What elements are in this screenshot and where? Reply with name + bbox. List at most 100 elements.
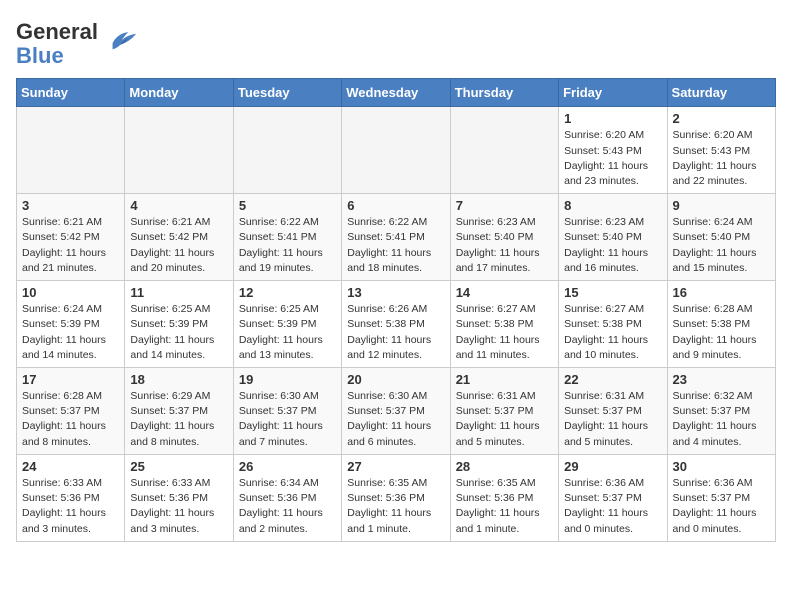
calendar-cell: 10 Sunrise: 6:24 AMSunset: 5:39 PMDayligh…	[17, 281, 125, 368]
day-info: Sunrise: 6:36 AMSunset: 5:37 PMDaylight:…	[564, 476, 661, 537]
calendar-header-sunday: Sunday	[17, 79, 125, 107]
day-number: 21	[456, 372, 553, 387]
calendar-cell: 4Sunrise: 6:21 AMSunset: 5:42 PMDaylight…	[125, 194, 233, 281]
day-info: Sunrise: 6:35 AMSunset: 5:36 PMDaylight:…	[347, 476, 444, 537]
day-info: Sunrise: 6:23 AMSunset: 5:40 PMDaylight:…	[564, 215, 661, 276]
day-number: 9	[673, 198, 770, 213]
calendar-week-row: 24 Sunrise: 6:33 AMSunset: 5:36 PMDayligh…	[17, 454, 776, 541]
day-number: 17	[22, 372, 119, 387]
logo-text: General Blue	[16, 20, 98, 68]
day-number: 15	[564, 285, 661, 300]
calendar-cell: 15 Sunrise: 6:27 AMSunset: 5:38 PMDayligh…	[559, 281, 667, 368]
calendar-header-friday: Friday	[559, 79, 667, 107]
day-number: 14	[456, 285, 553, 300]
day-number: 12	[239, 285, 336, 300]
day-info: Sunrise: 6:21 AMSunset: 5:42 PMDaylight:…	[22, 215, 119, 276]
calendar-cell: 26 Sunrise: 6:34 AMSunset: 5:36 PMDayligh…	[233, 454, 341, 541]
day-info: Sunrise: 6:23 AMSunset: 5:40 PMDaylight:…	[456, 215, 553, 276]
calendar-cell: 27 Sunrise: 6:35 AMSunset: 5:36 PMDayligh…	[342, 454, 450, 541]
calendar-cell	[342, 107, 450, 194]
calendar-cell: 21 Sunrise: 6:31 AMSunset: 5:37 PMDayligh…	[450, 368, 558, 455]
day-info: Sunrise: 6:20 AMSunset: 5:43 PMDaylight:…	[673, 128, 770, 189]
day-info: Sunrise: 6:28 AMSunset: 5:38 PMDaylight:…	[673, 302, 770, 363]
day-number: 18	[130, 372, 227, 387]
day-info: Sunrise: 6:27 AMSunset: 5:38 PMDaylight:…	[456, 302, 553, 363]
calendar-cell: 8 Sunrise: 6:23 AMSunset: 5:40 PMDaylight…	[559, 194, 667, 281]
logo: General Blue	[16, 20, 140, 68]
day-number: 30	[673, 459, 770, 474]
day-number: 26	[239, 459, 336, 474]
calendar-cell	[17, 107, 125, 194]
day-info: Sunrise: 6:22 AMSunset: 5:41 PMDaylight:…	[347, 215, 444, 276]
day-number: 29	[564, 459, 661, 474]
calendar-table: SundayMondayTuesdayWednesdayThursdayFrid…	[16, 78, 776, 541]
day-info: Sunrise: 6:24 AMSunset: 5:39 PMDaylight:…	[22, 302, 119, 363]
day-info: Sunrise: 6:25 AMSunset: 5:39 PMDaylight:…	[130, 302, 227, 363]
day-info: Sunrise: 6:29 AMSunset: 5:37 PMDaylight:…	[130, 389, 227, 450]
day-info: Sunrise: 6:33 AMSunset: 5:36 PMDaylight:…	[130, 476, 227, 537]
day-number: 5	[239, 198, 336, 213]
day-info: Sunrise: 6:25 AMSunset: 5:39 PMDaylight:…	[239, 302, 336, 363]
calendar-header-monday: Monday	[125, 79, 233, 107]
calendar-cell: 29 Sunrise: 6:36 AMSunset: 5:37 PMDayligh…	[559, 454, 667, 541]
day-number: 25	[130, 459, 227, 474]
calendar-cell: 14 Sunrise: 6:27 AMSunset: 5:38 PMDayligh…	[450, 281, 558, 368]
calendar-week-row: 10 Sunrise: 6:24 AMSunset: 5:39 PMDayligh…	[17, 281, 776, 368]
day-number: 7	[456, 198, 553, 213]
day-info: Sunrise: 6:34 AMSunset: 5:36 PMDaylight:…	[239, 476, 336, 537]
calendar-week-row: 17 Sunrise: 6:28 AMSunset: 5:37 PMDayligh…	[17, 368, 776, 455]
calendar-cell: 5 Sunrise: 6:22 AMSunset: 5:41 PMDaylight…	[233, 194, 341, 281]
calendar-cell: 2 Sunrise: 6:20 AMSunset: 5:43 PMDaylight…	[667, 107, 775, 194]
calendar-cell: 11Sunrise: 6:25 AMSunset: 5:39 PMDayligh…	[125, 281, 233, 368]
calendar-header-row: SundayMondayTuesdayWednesdayThursdayFrid…	[17, 79, 776, 107]
calendar-header-thursday: Thursday	[450, 79, 558, 107]
day-number: 27	[347, 459, 444, 474]
calendar-cell: 1 Sunrise: 6:20 AMSunset: 5:43 PMDaylight…	[559, 107, 667, 194]
calendar-cell: 13 Sunrise: 6:26 AMSunset: 5:38 PMDayligh…	[342, 281, 450, 368]
calendar-cell: 20 Sunrise: 6:30 AMSunset: 5:37 PMDayligh…	[342, 368, 450, 455]
page-header: General Blue	[16, 16, 776, 68]
calendar-cell: 17 Sunrise: 6:28 AMSunset: 5:37 PMDayligh…	[17, 368, 125, 455]
day-number: 20	[347, 372, 444, 387]
calendar-cell	[125, 107, 233, 194]
logo-bird-icon	[104, 29, 140, 51]
day-info: Sunrise: 6:27 AMSunset: 5:38 PMDaylight:…	[564, 302, 661, 363]
day-number: 2	[673, 111, 770, 126]
day-info: Sunrise: 6:35 AMSunset: 5:36 PMDaylight:…	[456, 476, 553, 537]
day-info: Sunrise: 6:30 AMSunset: 5:37 PMDaylight:…	[239, 389, 336, 450]
day-info: Sunrise: 6:21 AMSunset: 5:42 PMDaylight:…	[130, 215, 227, 276]
day-number: 8	[564, 198, 661, 213]
day-info: Sunrise: 6:31 AMSunset: 5:37 PMDaylight:…	[564, 389, 661, 450]
day-number: 28	[456, 459, 553, 474]
calendar-cell: 9 Sunrise: 6:24 AMSunset: 5:40 PMDaylight…	[667, 194, 775, 281]
day-info: Sunrise: 6:28 AMSunset: 5:37 PMDaylight:…	[22, 389, 119, 450]
calendar-header-saturday: Saturday	[667, 79, 775, 107]
day-info: Sunrise: 6:22 AMSunset: 5:41 PMDaylight:…	[239, 215, 336, 276]
calendar-header-tuesday: Tuesday	[233, 79, 341, 107]
day-number: 10	[22, 285, 119, 300]
calendar-cell: 7 Sunrise: 6:23 AMSunset: 5:40 PMDaylight…	[450, 194, 558, 281]
day-info: Sunrise: 6:31 AMSunset: 5:37 PMDaylight:…	[456, 389, 553, 450]
calendar-cell: 28 Sunrise: 6:35 AMSunset: 5:36 PMDayligh…	[450, 454, 558, 541]
day-info: Sunrise: 6:36 AMSunset: 5:37 PMDaylight:…	[673, 476, 770, 537]
day-number: 6	[347, 198, 444, 213]
calendar-week-row: 3 Sunrise: 6:21 AMSunset: 5:42 PMDaylight…	[17, 194, 776, 281]
day-info: Sunrise: 6:26 AMSunset: 5:38 PMDaylight:…	[347, 302, 444, 363]
day-number: 3	[22, 198, 119, 213]
day-info: Sunrise: 6:20 AMSunset: 5:43 PMDaylight:…	[564, 128, 661, 189]
day-info: Sunrise: 6:32 AMSunset: 5:37 PMDaylight:…	[673, 389, 770, 450]
calendar-header-wednesday: Wednesday	[342, 79, 450, 107]
calendar-cell: 25 Sunrise: 6:33 AMSunset: 5:36 PMDayligh…	[125, 454, 233, 541]
day-number: 1	[564, 111, 661, 126]
day-number: 13	[347, 285, 444, 300]
day-info: Sunrise: 6:30 AMSunset: 5:37 PMDaylight:…	[347, 389, 444, 450]
day-number: 24	[22, 459, 119, 474]
day-info: Sunrise: 6:33 AMSunset: 5:36 PMDaylight:…	[22, 476, 119, 537]
calendar-cell: 24 Sunrise: 6:33 AMSunset: 5:36 PMDayligh…	[17, 454, 125, 541]
calendar-cell: 19 Sunrise: 6:30 AMSunset: 5:37 PMDayligh…	[233, 368, 341, 455]
calendar-cell: 23Sunrise: 6:32 AMSunset: 5:37 PMDayligh…	[667, 368, 775, 455]
day-number: 16	[673, 285, 770, 300]
day-number: 19	[239, 372, 336, 387]
day-number: 22	[564, 372, 661, 387]
day-info: Sunrise: 6:24 AMSunset: 5:40 PMDaylight:…	[673, 215, 770, 276]
